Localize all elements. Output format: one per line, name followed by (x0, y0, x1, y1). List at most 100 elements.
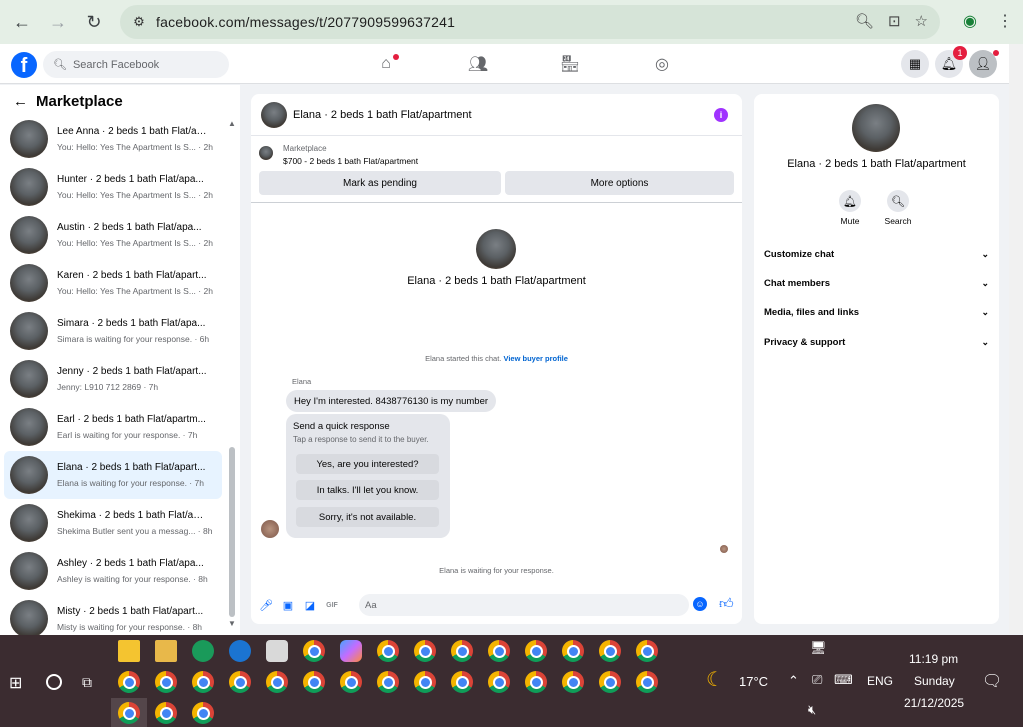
chat-title[interactable]: Elana · 2 beds 1 bath Flat/apartment (293, 109, 472, 121)
chrome-icon[interactable] (377, 640, 399, 662)
marketplace-icon[interactable]: 🏪︎ (524, 44, 616, 84)
volume-muted-icon[interactable]: 🔇︎ (808, 702, 816, 718)
chrome-icon[interactable] (488, 640, 510, 662)
chrome-icon[interactable] (118, 702, 140, 724)
network-icon[interactable]: 🖥︎ (810, 640, 827, 656)
chrome-icon[interactable] (192, 671, 214, 693)
forward-icon[interactable]: → (42, 6, 74, 38)
chevron-up-icon[interactable]: ⌃ (788, 673, 799, 689)
chrome-icon[interactable] (340, 671, 362, 693)
conversation-item[interactable]: Austin · 2 beds 1 bath Flat/apa... You: H… (4, 211, 222, 259)
mute-button[interactable]: 🔔︎ Mute (830, 190, 870, 226)
listing-info[interactable]: Marketplace $700 - 2 beds 1 bath Flat/ap… (259, 144, 418, 166)
copilot-icon[interactable] (340, 640, 362, 662)
conversation-item[interactable]: Lee Anna · 2 beds 1 bath Flat/apa... You:… (4, 115, 222, 163)
reload-icon[interactable]: ↻ (78, 6, 110, 38)
emoji-icon[interactable]: ☺ (693, 597, 707, 611)
windows-search-icon[interactable] (46, 674, 62, 690)
photo-icon[interactable]: ▣ (279, 596, 297, 614)
edge-icon[interactable] (229, 640, 251, 662)
chrome-icon[interactable] (192, 702, 214, 724)
chrome-icon[interactable] (562, 671, 584, 693)
gif-icon[interactable]: GIF (323, 596, 341, 614)
groups-icon[interactable]: ◎ (616, 44, 708, 84)
search-input[interactable]: 🔍︎ Search Facebook (43, 51, 229, 78)
sticker-icon[interactable]: ◪ (301, 596, 319, 614)
conversation-item-active[interactable]: Elana · 2 beds 1 bath Flat/apart... Elana… (4, 451, 222, 499)
chrome-icon[interactable] (525, 640, 547, 662)
message-input[interactable]: Aa (359, 594, 689, 616)
zoom-icon[interactable]: 🔍︎ (855, 12, 874, 30)
clock-time[interactable]: 11:19 pm (909, 652, 958, 666)
back-icon[interactable]: ← (6, 6, 38, 38)
microphone-icon[interactable]: 🎤︎ (257, 596, 275, 614)
message-bubble[interactable]: Hey I'm interested. 8438776130 is my num… (286, 390, 497, 412)
bookmark-star-icon[interactable]: ☆ (915, 12, 928, 30)
windows-start-icon[interactable]: ⊞ (9, 673, 22, 693)
chrome-icon[interactable] (118, 671, 140, 693)
home-icon[interactable]: ⌂ (340, 44, 432, 84)
back-arrow-icon[interactable]: ← (13, 93, 28, 110)
url-text[interactable]: facebook.com/messages/t/2077909599637241 (156, 14, 455, 30)
chrome-icon[interactable] (303, 671, 325, 693)
app-icon[interactable] (266, 640, 288, 662)
install-icon[interactable]: ⊡ (888, 12, 901, 30)
chat-members-row[interactable]: Chat members ⌄ (764, 273, 989, 293)
clock-date[interactable]: 21/12/2025 (904, 696, 964, 710)
address-bar[interactable]: ⚙ facebook.com/messages/t/20779095996372… (120, 5, 940, 39)
media-files-row[interactable]: Media, files and links ⌄ (764, 302, 989, 322)
notification-center-icon[interactable]: 🗨︎ (982, 671, 1002, 691)
quick-response-unavailable-button[interactable]: Sorry, it's not available. (296, 507, 439, 527)
chrome-icon[interactable] (414, 671, 436, 693)
quick-response-talks-button[interactable]: In talks. I'll let you know. (296, 480, 439, 500)
notifications-icon[interactable]: 🔔︎ 1 (935, 46, 967, 78)
like-thumb-icon[interactable]: 👍︎ (719, 595, 734, 612)
chrome-icon[interactable] (562, 640, 584, 662)
menu-grid-icon[interactable]: ▦ (901, 50, 929, 78)
account-avatar[interactable]: 👤︎ (969, 50, 999, 78)
chrome-icon[interactable] (155, 671, 177, 693)
task-view-icon[interactable]: ⧉ (82, 674, 92, 691)
language-indicator[interactable]: ENG (867, 674, 893, 688)
chrome-icon[interactable] (451, 671, 473, 693)
app-icon[interactable] (192, 640, 214, 662)
scroll-up-icon[interactable]: ▲ (228, 119, 236, 128)
chrome-icon[interactable] (636, 640, 658, 662)
chrome-icon[interactable] (266, 671, 288, 693)
chrome-icon[interactable] (451, 640, 473, 662)
facebook-logo-icon[interactable]: f (11, 52, 37, 78)
conversation-item[interactable]: Simara · 2 beds 1 bath Flat/apa... Simara… (4, 307, 222, 355)
chrome-icon[interactable] (303, 640, 325, 662)
conversation-item[interactable]: Shekima · 2 beds 1 bath Flat/ap... Shekim… (4, 499, 222, 547)
menu-kebab-icon[interactable]: ⋮ (997, 11, 1013, 31)
mark-pending-button[interactable]: Mark as pending (259, 171, 501, 195)
chrome-icon[interactable] (525, 671, 547, 693)
scroll-down-icon[interactable]: ▼ (228, 619, 236, 628)
page-scrollbar[interactable] (1009, 44, 1023, 634)
details-avatar[interactable] (852, 104, 900, 152)
chrome-icon[interactable] (636, 671, 658, 693)
chrome-icon[interactable] (155, 702, 177, 724)
profile-icon[interactable]: ◉ (963, 11, 977, 31)
chrome-icon[interactable] (599, 671, 621, 693)
keyboard-icon[interactable]: ⌨ (834, 672, 853, 688)
chrome-icon[interactable] (414, 640, 436, 662)
customize-chat-row[interactable]: Customize chat ⌄ (764, 244, 989, 264)
quick-response-yes-button[interactable]: Yes, are you interested? (296, 454, 439, 474)
chrome-icon[interactable] (488, 671, 510, 693)
chrome-icon[interactable] (229, 671, 251, 693)
chrome-icon[interactable] (377, 671, 399, 693)
meet-icon[interactable]: ⎚ (812, 672, 822, 688)
conversation-item[interactable]: Jenny · 2 beds 1 bath Flat/apart... Jenny… (4, 355, 222, 403)
conversation-item[interactable]: Hunter · 2 beds 1 bath Flat/apa... You: H… (4, 163, 222, 211)
info-icon[interactable]: i (714, 108, 728, 122)
conversation-item[interactable]: Ashley · 2 beds 1 bath Flat/apa... Ashley… (4, 547, 222, 595)
weather-moon-icon[interactable]: ☾ (706, 667, 724, 692)
privacy-support-row[interactable]: Privacy & support ⌄ (764, 332, 989, 352)
file-explorer-icon[interactable] (155, 640, 177, 662)
sidebar-scroll-thumb[interactable] (229, 447, 235, 617)
clock-day[interactable]: Sunday (914, 674, 955, 688)
site-info-icon[interactable]: ⚙ (128, 11, 150, 33)
search-button[interactable]: 🔍︎ Search (878, 190, 918, 226)
chat-avatar[interactable] (261, 101, 287, 128)
